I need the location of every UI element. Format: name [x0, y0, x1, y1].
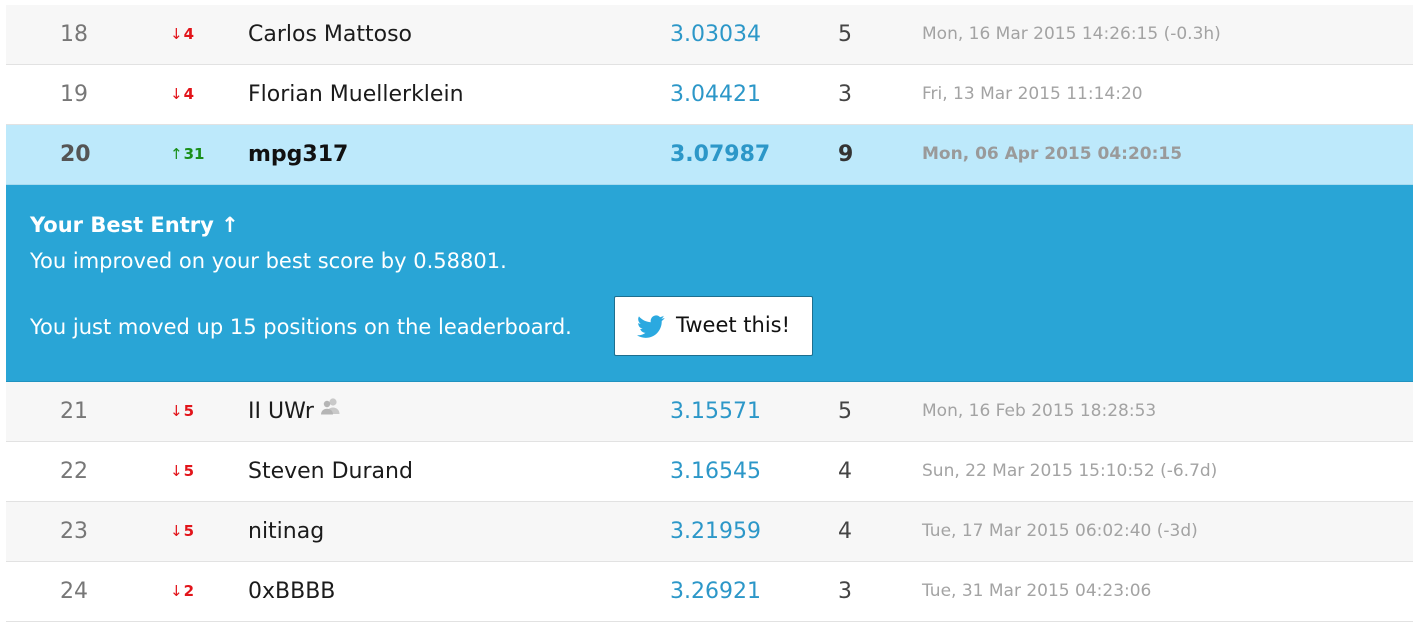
entries-count: 4 [838, 459, 852, 484]
rows-before: 18 ↓4 Carlos Mattoso 3.03034 5 Mon, 16 Mar 20… [6, 5, 1413, 125]
rank: 19 [60, 82, 88, 107]
leaderboard-row[interactable]: 23 ↓5 nitinag 3.21959 4 Tue, 17 Mar 2015 06:0… [6, 502, 1413, 562]
down-arrow-icon: ↓ [170, 25, 183, 43]
rank: 20 [60, 142, 91, 167]
last-submission: Mon, 16 Mar 2015 14:26:15 (-0.3h) [922, 24, 1221, 44]
rank-change-value: 5 [183, 522, 195, 540]
last-submission: Mon, 06 Apr 2015 04:20:15 [922, 144, 1183, 164]
rank-change-value: 31 [183, 145, 205, 163]
rank: 22 [60, 459, 88, 484]
team-name-cell: 0xBBBB [248, 562, 335, 621]
down-arrow-icon: ↓ [170, 582, 183, 600]
twitter-bird-icon [637, 315, 665, 344]
best-entry-notice: Your Best Entry ↑ You improved on your b… [6, 185, 1413, 382]
score-link[interactable]: 3.26921 [670, 562, 761, 621]
leaderboard-row[interactable]: 18 ↓4 Carlos Mattoso 3.03034 5 Mon, 16 Mar 20… [6, 5, 1413, 65]
last-submission: Tue, 17 Mar 2015 06:02:40 (-3d) [922, 521, 1198, 541]
entries-count: 4 [838, 519, 852, 544]
team-name[interactable]: Florian Muellerklein [248, 82, 464, 107]
rank-change: ↓5 [170, 442, 194, 501]
rank: 23 [60, 519, 88, 544]
rank-change-value: 4 [183, 85, 195, 103]
last-submission: Tue, 31 Mar 2015 04:23:06 [922, 581, 1152, 601]
team-name[interactable]: Steven Durand [248, 459, 413, 484]
leaderboard-row[interactable]: 21 ↓5 II UWr 3.15571 5 Mon, 16 Feb 2015 18:28… [6, 382, 1413, 442]
rank-change: ↓5 [170, 502, 194, 561]
rank-change-value: 2 [183, 582, 195, 600]
tweet-label: Tweet this! [676, 313, 791, 337]
team-name-cell: Carlos Mattoso [248, 5, 412, 64]
entries-count: 3 [838, 82, 852, 107]
down-arrow-icon: ↓ [170, 522, 183, 540]
score-link[interactable]: 3.07987 [670, 125, 770, 184]
score-link[interactable]: 3.04421 [670, 65, 761, 124]
current-user-row[interactable]: 20 ↑31 mpg317 3.07987 9 Mon, 06 Apr 2015… [6, 125, 1413, 185]
up-arrow-icon: ↑ [170, 145, 183, 163]
team-name-cell: II UWr [248, 382, 340, 441]
last-submission: Fri, 13 Mar 2015 11:14:20 [922, 84, 1143, 104]
score-link[interactable]: 3.16545 [670, 442, 761, 501]
team-name[interactable]: Carlos Mattoso [248, 22, 412, 47]
team-name[interactable]: 0xBBBB [248, 579, 335, 604]
rank: 21 [60, 399, 88, 424]
rank-change-value: 5 [183, 402, 195, 420]
rank-change: ↓2 [170, 562, 194, 621]
rank-change: ↓4 [170, 5, 194, 64]
last-submission: Sun, 22 Mar 2015 15:10:52 (-6.7d) [922, 461, 1218, 481]
team-name[interactable]: mpg317 [248, 125, 348, 184]
leaderboard: 18 ↓4 Carlos Mattoso 3.03034 5 Mon, 16 Mar 20… [6, 5, 1413, 622]
rank-change: ↓5 [170, 382, 194, 441]
improvement-text: You improved on your best score by 0.588… [30, 249, 507, 273]
entries-count: 5 [838, 22, 852, 47]
down-arrow-icon: ↓ [170, 402, 183, 420]
team-name-cell: nitinag [248, 502, 324, 561]
notice-title: Your Best Entry ↑ [30, 213, 239, 237]
last-submission: Mon, 16 Feb 2015 18:28:53 [922, 401, 1157, 421]
team-name-cell: Florian Muellerklein [248, 65, 464, 124]
rows-after: 21 ↓5 II UWr 3.15571 5 Mon, 16 Feb 2015 18:28… [6, 382, 1413, 622]
leaderboard-row[interactable]: 19 ↓4 Florian Muellerklein 3.04421 3 Fri, 13 … [6, 65, 1413, 125]
team-name-cell: Steven Durand [248, 442, 413, 501]
tweet-button[interactable]: Tweet this! [614, 296, 813, 356]
rank-change: ↑31 [170, 125, 204, 184]
rank-change: ↓4 [170, 65, 194, 124]
score-link[interactable]: 3.21959 [670, 502, 761, 561]
down-arrow-icon: ↓ [170, 85, 183, 103]
team-members-icon [320, 379, 340, 438]
score-link[interactable]: 3.15571 [670, 382, 761, 441]
down-arrow-icon: ↓ [170, 462, 183, 480]
rank-change-value: 5 [183, 462, 195, 480]
score-link[interactable]: 3.03034 [670, 5, 761, 64]
entries-count: 3 [838, 579, 852, 604]
leaderboard-row[interactable]: 24 ↓2 0xBBBB 3.26921 3 Tue, 31 Mar 2015 04:23… [6, 562, 1413, 622]
position-text: You just moved up 15 positions on the le… [30, 315, 572, 339]
team-name[interactable]: II UWr [248, 399, 314, 424]
rank: 24 [60, 579, 88, 604]
entries-count: 5 [838, 399, 852, 424]
entries-count: 9 [838, 142, 854, 167]
rank-change-value: 4 [183, 25, 195, 43]
leaderboard-row[interactable]: 22 ↓5 Steven Durand 3.16545 4 Sun, 22 Mar 201… [6, 442, 1413, 502]
rank: 18 [60, 22, 88, 47]
team-name[interactable]: nitinag [248, 519, 324, 544]
